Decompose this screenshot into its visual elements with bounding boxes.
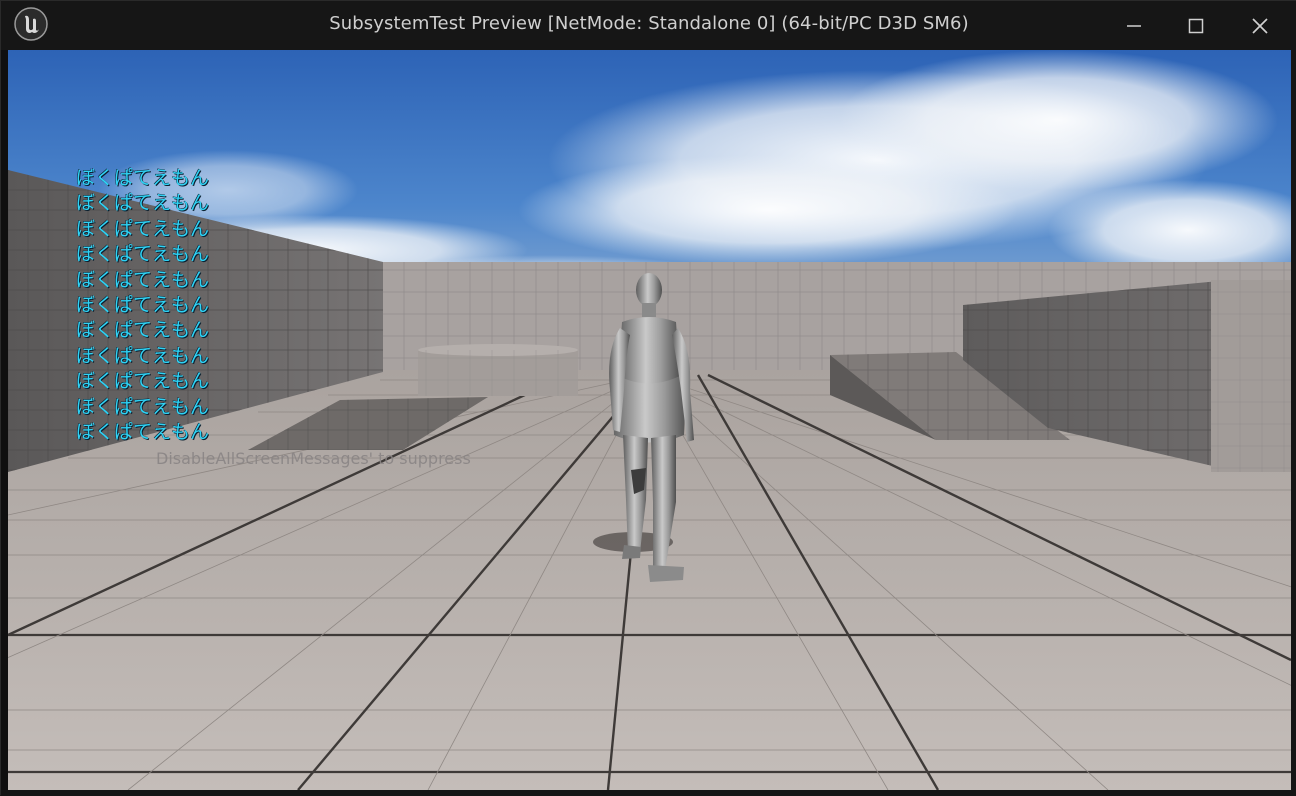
suppress-messages-hint: DisableAllScreenMessages' to suppress <box>156 449 471 468</box>
debug-message: ぼくぱてえもん <box>76 344 210 367</box>
close-button[interactable] <box>1229 1 1291 50</box>
debug-message: ぼくぱてえもん <box>76 243 210 266</box>
window-left-edge <box>1 50 8 796</box>
debug-message: ぼくぱてえもん <box>76 370 210 393</box>
window-bottom-edge <box>1 790 1296 796</box>
debug-message: ぼくぱてえもん <box>76 192 210 215</box>
game-preview-window: SubsystemTest Preview [NetMode: Standalo… <box>0 0 1296 796</box>
window-title: SubsystemTest Preview [NetMode: Standalo… <box>329 13 969 34</box>
debug-message: ぼくぱてえもん <box>76 395 210 418</box>
title-bar[interactable]: SubsystemTest Preview [NetMode: Standalo… <box>1 1 1296 50</box>
minimize-button[interactable] <box>1103 1 1165 50</box>
game-viewport[interactable]: ぼくぱてえもん ぼくぱてえもん ぼくぱてえもん ぼくぱてえもん ぼくぱてえもん … <box>8 50 1291 790</box>
close-icon <box>1252 17 1268 34</box>
debug-message: ぼくぱてえもん <box>76 420 210 443</box>
debug-message: ぼくぱてえもん <box>76 319 210 342</box>
debug-message: ぼくぱてえもん <box>76 268 210 291</box>
debug-message: ぼくぱてえもん <box>76 293 210 316</box>
maximize-button[interactable] <box>1165 1 1227 50</box>
debug-message: ぼくぱてえもん <box>76 217 210 240</box>
window-right-edge <box>1291 50 1296 796</box>
on-screen-debug-messages: ぼくぱてえもん ぼくぱてえもん ぼくぱてえもん ぼくぱてえもん ぼくぱてえもん … <box>76 166 209 445</box>
minimize-icon <box>1127 24 1141 27</box>
maximize-icon <box>1188 18 1204 33</box>
debug-message: ぼくぱてえもん <box>76 167 210 189</box>
